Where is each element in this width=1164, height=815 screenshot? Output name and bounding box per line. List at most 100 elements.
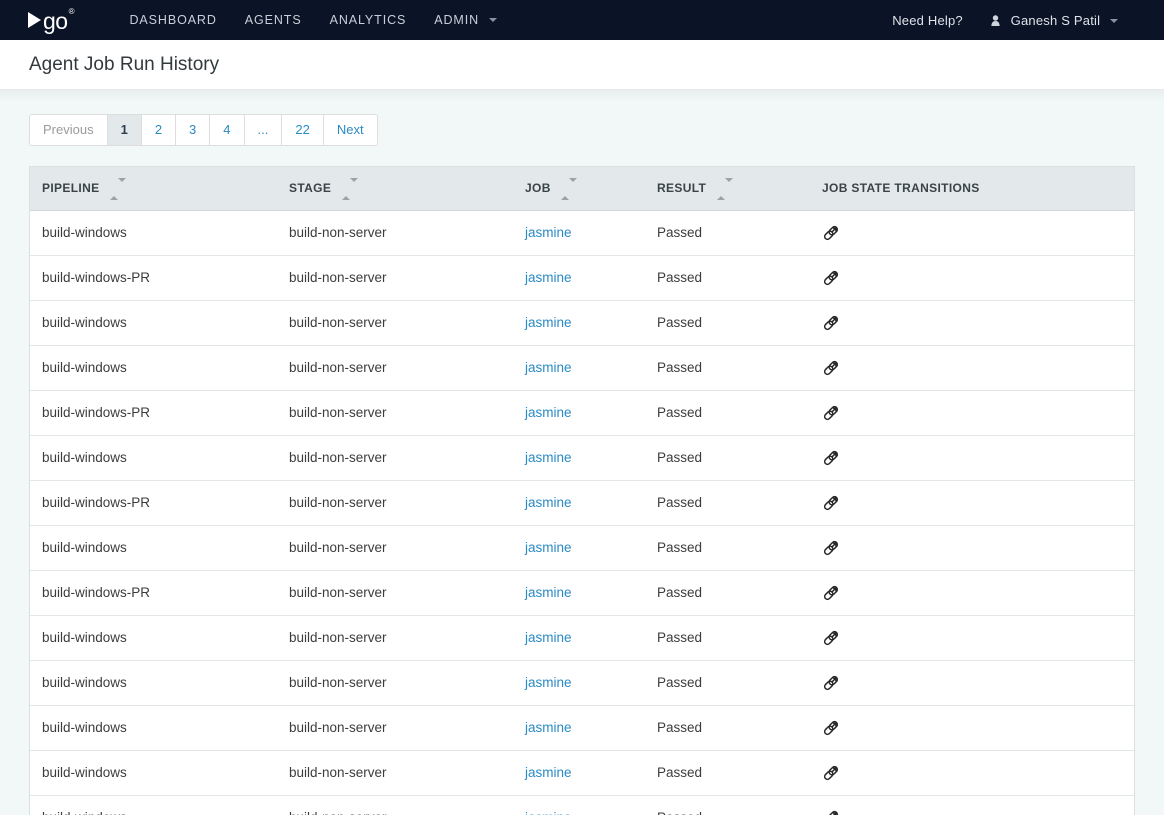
nav-item-agents[interactable]: AGENTS: [231, 1, 316, 39]
column-header-pipeline-label: PIPELINE: [42, 181, 100, 195]
pagination-page-22[interactable]: 22: [282, 115, 324, 145]
cell-result: Passed: [645, 525, 810, 571]
link-icon[interactable]: [822, 494, 840, 512]
cell-pipeline: build-windows: [30, 435, 277, 481]
link-icon[interactable]: [822, 764, 840, 782]
link-icon[interactable]: [822, 359, 840, 377]
job-link[interactable]: jasmine: [525, 810, 572, 815]
job-link[interactable]: jasmine: [525, 270, 572, 285]
cell-stage: build-non-server: [277, 390, 513, 436]
job-link[interactable]: jasmine: [525, 495, 572, 510]
nav-item-admin-label: ADMIN: [434, 13, 480, 27]
link-icon[interactable]: [822, 449, 840, 467]
need-help-label: Need Help?: [892, 12, 963, 28]
main-content: Previous 1 2 3 4 ... 22 Next PIPELINE ST…: [0, 102, 1164, 815]
link-icon[interactable]: [822, 539, 840, 557]
pagination-previous-button[interactable]: Previous: [30, 115, 108, 145]
pagination-page-4[interactable]: 4: [210, 115, 245, 145]
nav-item-admin[interactable]: ADMIN: [420, 1, 511, 39]
table-row: build-windows-PR build-non-server jasmine P…: [30, 480, 1134, 526]
pagination-page-3[interactable]: 3: [176, 115, 211, 145]
table-row: build-windows-PR build-non-server jasmine P…: [30, 570, 1134, 616]
job-run-history-table-container: PIPELINE STAGE JOB RESULT JOB STATE TRAN…: [29, 166, 1135, 815]
job-link[interactable]: jasmine: [525, 765, 572, 780]
cell-stage: build-non-server: [277, 255, 513, 301]
nav-item-analytics-label: ANALYTICS: [329, 13, 407, 27]
cell-stage: build-non-server: [277, 660, 513, 706]
gocd-logo[interactable]: go ®: [28, 7, 75, 32]
cell-pipeline: build-windows: [30, 795, 277, 815]
column-header-result-label: RESULT: [657, 181, 707, 195]
job-link[interactable]: jasmine: [525, 405, 572, 420]
cell-job: jasmine: [513, 525, 645, 571]
cell-pipeline: build-windows-PR: [30, 390, 277, 436]
column-header-stage[interactable]: STAGE: [277, 167, 513, 211]
header-shadow: [0, 90, 1164, 102]
cell-job: jasmine: [513, 705, 645, 751]
link-icon[interactable]: [822, 269, 840, 287]
cell-job: jasmine: [513, 480, 645, 526]
link-icon[interactable]: [822, 404, 840, 422]
table-head: PIPELINE STAGE JOB RESULT JOB STATE TRAN…: [30, 167, 1134, 211]
job-link[interactable]: jasmine: [525, 585, 572, 600]
column-header-pipeline[interactable]: PIPELINE: [30, 167, 277, 211]
link-icon[interactable]: [822, 224, 840, 242]
cell-pipeline: build-windows: [30, 660, 277, 706]
cell-job-state-transitions: [810, 300, 1134, 346]
cell-job: jasmine: [513, 660, 645, 706]
job-link[interactable]: jasmine: [525, 720, 572, 735]
cell-result: Passed: [645, 300, 810, 346]
cell-pipeline: build-windows: [30, 615, 277, 661]
job-link[interactable]: jasmine: [525, 540, 572, 555]
pagination-page-1[interactable]: 1: [107, 115, 142, 145]
link-icon[interactable]: [822, 719, 840, 737]
job-link[interactable]: jasmine: [525, 315, 572, 330]
nav-item-dashboard-label: DASHBOARD: [129, 13, 217, 27]
cell-job-state-transitions: [810, 705, 1134, 751]
cell-stage: build-non-server: [277, 210, 513, 256]
column-header-stage-label: STAGE: [289, 181, 332, 195]
cell-stage: build-non-server: [277, 435, 513, 481]
link-icon[interactable]: [822, 629, 840, 647]
nav-item-dashboard[interactable]: DASHBOARD: [116, 1, 231, 39]
link-icon[interactable]: [822, 809, 840, 815]
link-icon[interactable]: [822, 584, 840, 602]
cell-pipeline: build-windows-PR: [30, 480, 277, 526]
cell-job-state-transitions: [810, 615, 1134, 661]
play-triangle-icon: [28, 12, 41, 28]
cell-job: jasmine: [513, 255, 645, 301]
table-row: build-windowsbuild-non-server jasmine Pass…: [30, 525, 1134, 571]
nav-item-analytics[interactable]: ANALYTICS: [316, 1, 421, 39]
cell-job: jasmine: [513, 570, 645, 616]
cell-result: Passed: [645, 660, 810, 706]
table-row: build-windowsbuild-non-server jasmine Pass…: [30, 705, 1134, 751]
table-row: build-windowsbuild-non-server jasmine Pass…: [30, 660, 1134, 706]
cell-job-state-transitions: [810, 570, 1134, 616]
column-header-job[interactable]: JOB: [513, 167, 645, 211]
cell-job: jasmine: [513, 750, 645, 796]
column-header-result[interactable]: RESULT: [645, 167, 810, 211]
cell-job-state-transitions: [810, 750, 1134, 796]
job-link[interactable]: jasmine: [525, 225, 572, 240]
job-link[interactable]: jasmine: [525, 360, 572, 375]
sort-arrows-icon: [341, 177, 358, 200]
job-link[interactable]: jasmine: [525, 450, 572, 465]
cell-job-state-transitions: [810, 255, 1134, 301]
job-link[interactable]: jasmine: [525, 675, 572, 690]
pagination-page-2[interactable]: 2: [141, 115, 177, 145]
cell-result: Passed: [645, 615, 810, 661]
link-icon[interactable]: [822, 674, 840, 692]
cell-result: Passed: [645, 435, 810, 481]
pagination-next-button[interactable]: Next: [323, 115, 377, 145]
cell-result: Passed: [645, 390, 810, 436]
cell-pipeline: build-windows: [30, 705, 277, 751]
user-menu[interactable]: Ganesh S Patil: [977, 1, 1132, 40]
need-help-link[interactable]: Need Help?: [878, 1, 977, 40]
cell-job-state-transitions: [810, 525, 1134, 571]
cell-stage: build-non-server: [277, 615, 513, 661]
table-row: build-windows-PR build-non-server jasmine P…: [30, 390, 1134, 436]
job-link[interactable]: jasmine: [525, 630, 572, 645]
pagination: Previous 1 2 3 4 ... 22 Next: [29, 114, 378, 146]
cell-result: Passed: [645, 345, 810, 391]
link-icon[interactable]: [822, 314, 840, 332]
